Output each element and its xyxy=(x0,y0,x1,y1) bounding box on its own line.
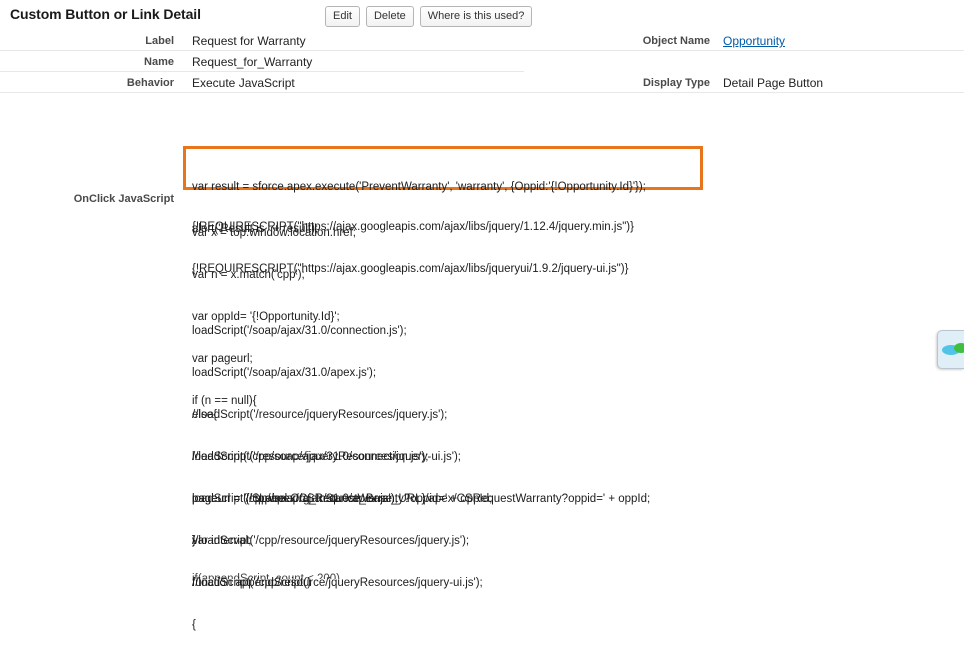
field-label-behavior: Behavior xyxy=(126,77,174,89)
code-block-clipped: if(appendScript_count < 200) xyxy=(192,544,340,593)
code-line: loadScript('/cpp/soap/ajax/31.0/connecti… xyxy=(192,451,429,463)
table-row-label: Label Request for Warranty Object Name O… xyxy=(0,30,964,51)
field-label-label: Label xyxy=(145,35,174,47)
code-line: loadScript('/soap/ajax/31.0/apex.js'); xyxy=(192,367,377,379)
field-value-behavior: Execute JavaScript xyxy=(192,76,295,90)
page-title: Custom Button or Link Detail xyxy=(10,6,201,22)
chat-support-icon xyxy=(942,343,964,355)
page-header: Custom Button or Link Detail Edit Delete… xyxy=(0,0,964,30)
code-line: var n = x.match('cpp'); xyxy=(192,269,305,281)
where-is-this-used-button[interactable]: Where is this used? xyxy=(419,6,533,27)
code-line: pageurl = '/cpp/apex/CSRequestWarranty?o… xyxy=(192,493,493,505)
code-line: var result = sforce.apex.execute('Preven… xyxy=(192,181,646,193)
field-value-name: Request_for_Warranty xyxy=(192,55,313,69)
code-line: loadScript('/soap/ajax/31.0/connection.j… xyxy=(192,325,407,337)
custom-button-detail-table: Label Request for Warranty Object Name O… xyxy=(0,30,964,93)
action-button-bar: Edit Delete Where is this used? xyxy=(325,6,533,27)
chat-support-widget[interactable] xyxy=(937,330,964,369)
code-line: { xyxy=(192,619,196,631)
edit-button[interactable]: Edit xyxy=(325,6,360,27)
delete-button[interactable]: Delete xyxy=(365,6,414,27)
field-label-name: Name xyxy=(144,56,174,68)
table-row-behavior: Behavior Execute JavaScript Display Type… xyxy=(0,72,964,93)
code-line: if(appendScript_count < 200) xyxy=(192,573,341,579)
code-line: else{ xyxy=(192,409,217,421)
field-value-label: Request for Warranty xyxy=(192,34,306,48)
field-value-display-type: Detail Page Button xyxy=(723,76,824,90)
table-row-name: Name Request_for_Warranty xyxy=(0,51,964,72)
field-label-object-name: Object Name xyxy=(642,35,710,47)
row-separator xyxy=(0,92,964,93)
code-line: var x = top.window.location.href; xyxy=(192,227,356,239)
field-label-onclick-javascript: OnClick JavaScript xyxy=(73,193,174,205)
field-label-display-type: Display Type xyxy=(642,77,710,89)
field-value-object-name-link[interactable]: Opportunity xyxy=(723,34,785,48)
